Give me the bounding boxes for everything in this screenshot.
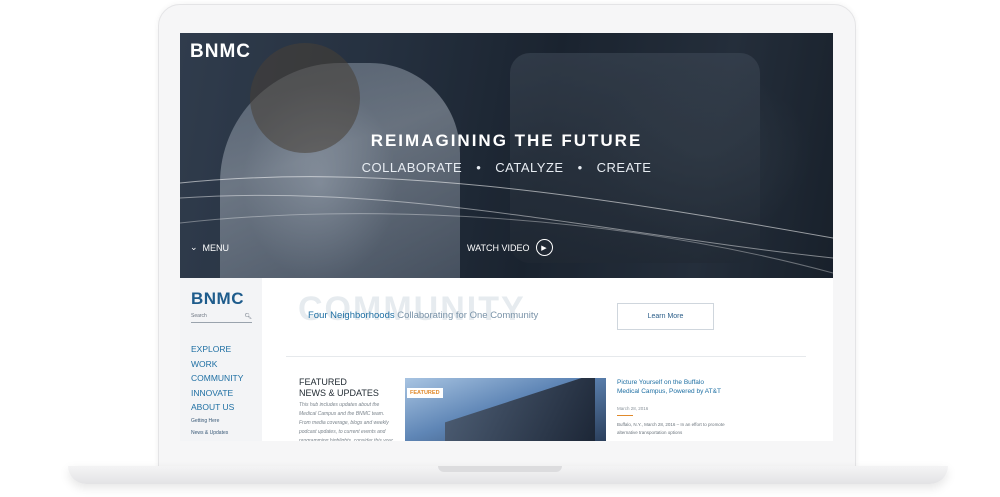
watch-video-label: WATCH VIDEO: [467, 242, 530, 253]
building-image: [445, 378, 595, 441]
sub-nav: Getting Here News & Updates: [191, 415, 228, 439]
sidebar-logo[interactable]: BNMC: [191, 289, 244, 309]
nav-item-community[interactable]: COMMUNITY: [191, 371, 243, 386]
featured-badge: FEATURED: [407, 388, 443, 398]
featured-heading-line2: NEWS & UPDATES: [299, 388, 379, 398]
nav-item-work[interactable]: WORK: [191, 357, 243, 372]
play-icon: ▶: [535, 239, 553, 256]
hero-subtitle-word: COLLABORATE: [361, 160, 463, 175]
nav-item-innovate[interactable]: INNOVATE: [191, 386, 243, 401]
featured-description: This hub includes updates about the Medi…: [299, 402, 393, 441]
hero-title: REIMAGINING THE FUTURE: [370, 131, 643, 150]
hero-logo[interactable]: BNMC: [190, 41, 251, 63]
nav-item-explore[interactable]: EXPLORE: [191, 342, 243, 357]
featured-heading-line1: FEATURED: [299, 377, 347, 387]
section-divider: [286, 356, 806, 357]
hero-subtitle-word: CREATE: [596, 160, 652, 175]
search-placeholder: Search: [191, 313, 207, 319]
news-article-date: March 28, 2016: [617, 406, 649, 411]
main-nav: EXPLORE WORK COMMUNITY INNOVATE ABOUT US: [191, 342, 243, 415]
news-article-snippet: Buffalo, N.Y., March 28, 2016 – In an ef…: [617, 422, 725, 435]
subnav-item-getting-here[interactable]: Getting Here: [191, 415, 228, 427]
subnav-item-news-updates[interactable]: News & Updates: [191, 427, 228, 439]
tagline-strong: Four Neighborhoods: [308, 310, 395, 321]
sidebar: BNMC Search 🔍︎ EXPLORE WORK COMMUNITY IN…: [180, 278, 263, 441]
subtitle-separator: •: [577, 160, 583, 175]
community-tagline: Four Neighborhoods Collaborating for One…: [308, 310, 538, 321]
tagline-rest: Collaborating for One Community: [394, 310, 539, 321]
nav-item-about-us[interactable]: ABOUT US: [191, 400, 243, 415]
hero-subtitle-word: CATALYZE: [495, 160, 564, 175]
search-input[interactable]: Search 🔍︎: [191, 313, 252, 323]
featured-article-image[interactable]: FEATURED: [405, 378, 606, 441]
featured-heading: FEATURED NEWS & UPDATES: [299, 377, 379, 399]
news-article-title[interactable]: Picture Yourself on the Buffalo Medical …: [617, 379, 727, 396]
news-accent-line: [617, 415, 633, 416]
laptop-notch: [438, 466, 562, 472]
website-screen: BNMC REIMAGINING THE FUTURE COLLABORATE •…: [180, 33, 833, 441]
menu-button[interactable]: ⌄ MENU: [190, 242, 229, 253]
watch-video-button[interactable]: WATCH VIDEO ▶: [467, 239, 553, 256]
hero-subtitle: COLLABORATE • CATALYZE • CREATE: [180, 160, 833, 175]
chevron-down-icon: ⌄: [190, 242, 198, 252]
main-content: COMMUNITY Four Neighborhoods Collaborati…: [262, 278, 833, 441]
menu-label: MENU: [202, 242, 230, 253]
hero-banner: BNMC REIMAGINING THE FUTURE COLLABORATE •…: [180, 33, 833, 278]
search-icon[interactable]: 🔍︎: [244, 313, 252, 320]
learn-more-button[interactable]: Learn More: [617, 303, 714, 330]
subtitle-separator: •: [476, 160, 482, 175]
